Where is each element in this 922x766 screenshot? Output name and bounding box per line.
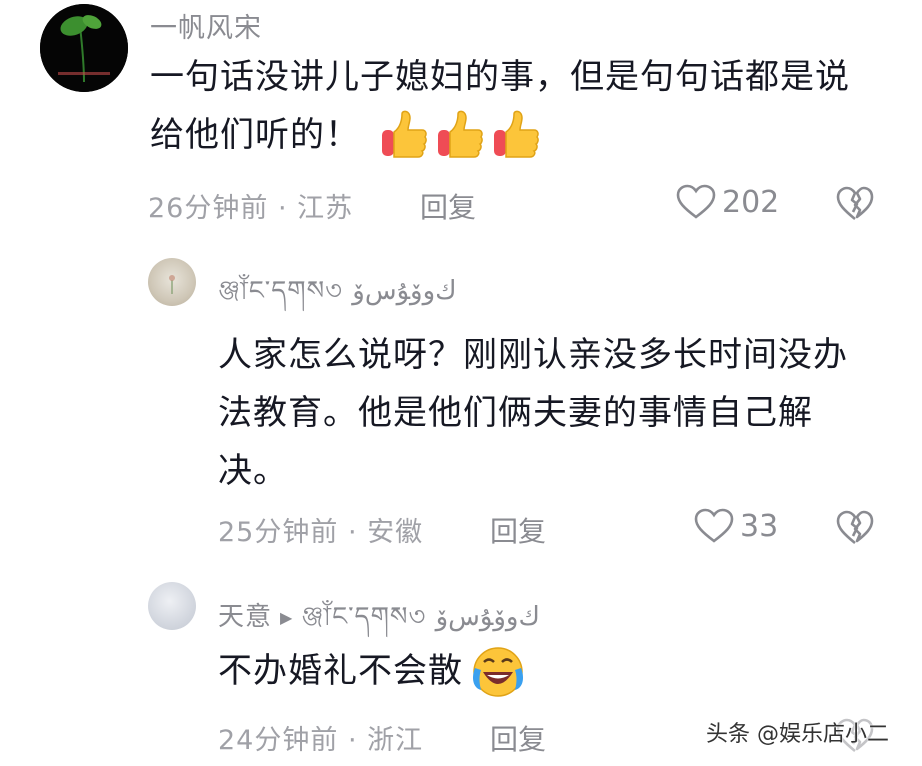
username[interactable]: 一帆风宋 <box>150 6 262 45</box>
avatar[interactable] <box>148 258 196 306</box>
reply-arrow-icon: ▶ <box>280 608 294 627</box>
heart-icon <box>694 508 734 543</box>
comment-time-location: 25分钟前 · 安徽 <box>218 517 424 548</box>
thumbs-up-icon <box>494 110 539 158</box>
laughing-crying-icon <box>473 647 523 697</box>
comment-time-location: 26分钟前 · 江苏 <box>148 193 354 224</box>
reply-button[interactable]: 回复 <box>490 510 546 550</box>
like-button[interactable]: 33 <box>694 508 778 544</box>
avatar[interactable] <box>148 582 196 630</box>
thumbs-up-icon <box>438 110 483 158</box>
dislike-button[interactable] <box>836 510 874 550</box>
thumbs-up-icon <box>382 110 427 158</box>
like-button[interactable]: 202 <box>676 184 779 220</box>
username[interactable]: 天意 <box>218 602 272 632</box>
reply-button[interactable]: 回复 <box>490 718 546 758</box>
like-count: 33 <box>740 508 779 544</box>
reply-button[interactable]: 回复 <box>420 186 476 226</box>
comment-time-location: 24分钟前 · 浙江 <box>218 725 424 756</box>
watermark: 头条 @娱乐店小二 <box>706 722 889 747</box>
reply-to-username[interactable]: ঞ্জাঁང་དགས৩ ﻙﻭﯙﯘسﯙ <box>301 602 540 632</box>
avatar[interactable] <box>40 4 128 92</box>
broken-heart-icon <box>836 186 874 221</box>
like-count: 202 <box>722 184 780 220</box>
broken-heart-icon <box>836 510 874 545</box>
dislike-button[interactable] <box>836 186 874 226</box>
comment-text: 人家怎么说呀？刚刚认亲没多长时间没办 法教育。他是他们俩夫妻的事情自己解 决。 <box>218 335 848 491</box>
heart-icon <box>676 184 716 219</box>
comment-text: 不办婚礼不会散 <box>218 642 527 700</box>
username[interactable]: ঞ্জাঁང་དགས৩ ﻙﻭﯙﯘسﯙ <box>218 262 457 335</box>
comment-text: 一句话没讲儿子媳妇的事，但是句句话都是说 给他们听的！ <box>150 48 850 164</box>
